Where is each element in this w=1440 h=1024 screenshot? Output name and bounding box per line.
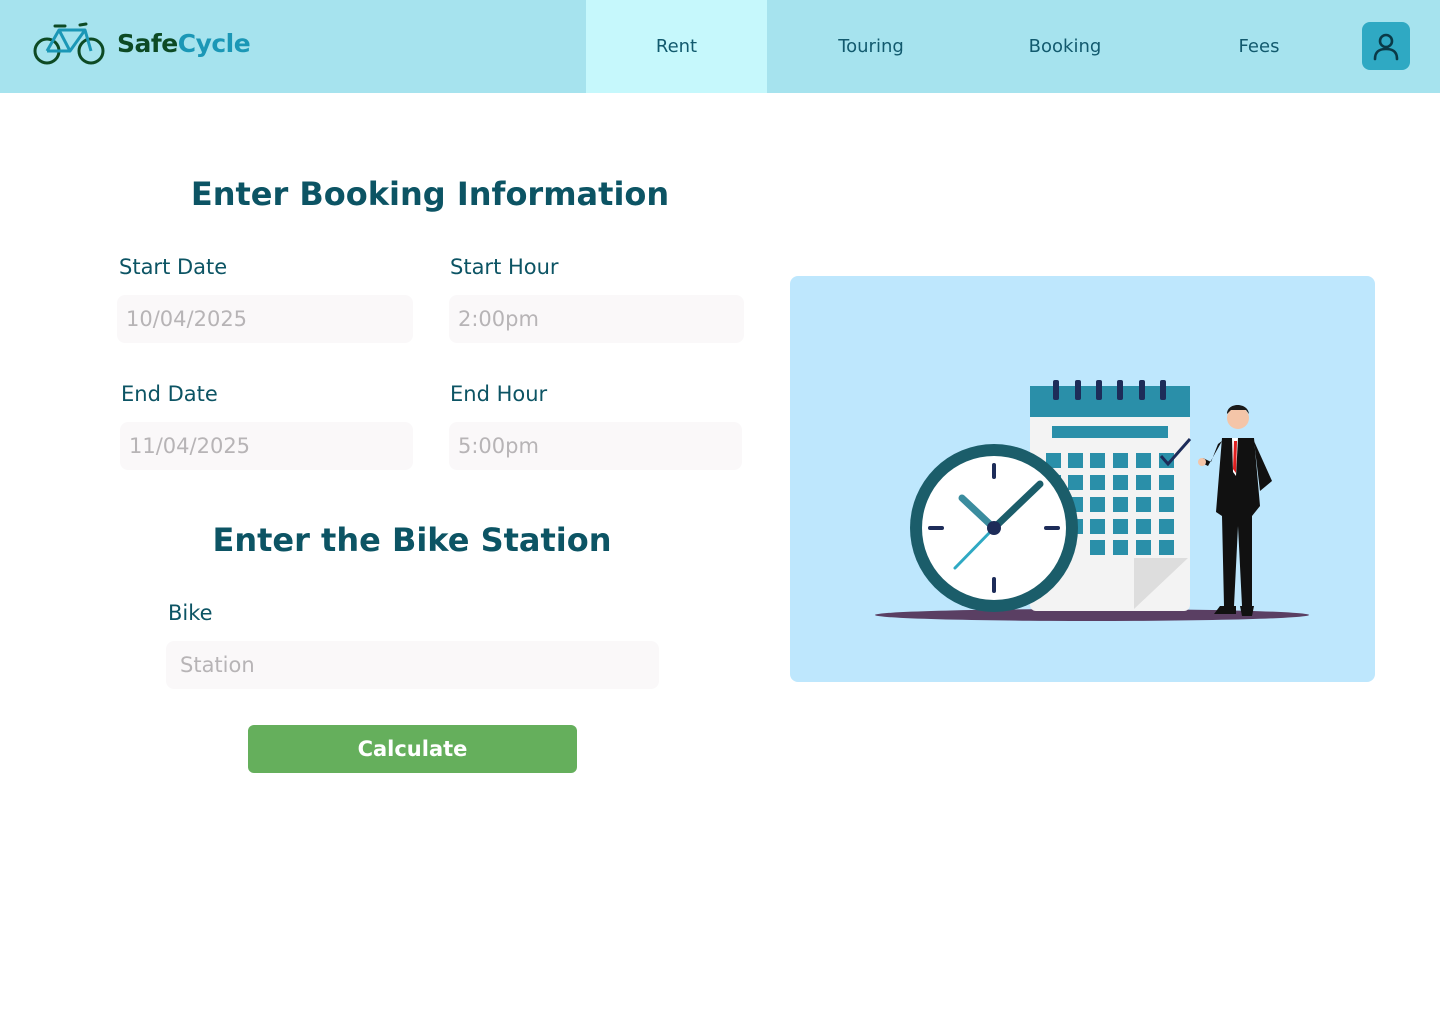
start-date-label: Start Date	[119, 255, 228, 279]
start-hour-input[interactable]	[449, 295, 744, 343]
brand-name: SafeCycle	[117, 28, 251, 58]
start-hour-label: Start Hour	[450, 255, 559, 279]
nav-item-booking[interactable]: Booking	[968, 0, 1162, 93]
booking-info-title: Enter Booking Information	[190, 175, 670, 213]
booking-illustration	[790, 276, 1375, 682]
nav-item-label: Fees	[1238, 36, 1280, 57]
businessman-figure	[1198, 405, 1272, 616]
nav-item-touring[interactable]: Touring	[774, 0, 968, 93]
brand-name-part2: Cycle	[177, 28, 251, 58]
bicycle-icon	[33, 22, 105, 65]
nav-item-label: Rent	[655, 36, 698, 57]
end-hour-label: End Hour	[450, 382, 548, 406]
station-input[interactable]	[166, 641, 659, 689]
nav-item-rent[interactable]: Rent	[586, 0, 767, 93]
brand-name-part1: Safe	[117, 28, 178, 58]
bike-station-title: Enter the Bike Station	[212, 521, 612, 559]
bike-label: Bike	[168, 601, 213, 625]
end-date-input[interactable]	[120, 422, 413, 470]
calculate-button[interactable]: Calculate	[248, 725, 577, 773]
brand-logo[interactable]: SafeCycle	[33, 22, 251, 68]
nav-item-label: Touring	[838, 36, 904, 57]
nav-item-label: Booking	[1028, 36, 1102, 57]
calendar-clock-businessman-illustration	[875, 380, 1309, 621]
clock-icon	[910, 444, 1078, 612]
nav-item-fees[interactable]: Fees	[1162, 0, 1356, 93]
end-hour-input[interactable]	[449, 422, 742, 470]
top-nav-bar: SafeCycle Rent Touring Booking Fees	[0, 0, 1440, 93]
start-date-input[interactable]	[117, 295, 413, 343]
end-date-label: End Date	[121, 382, 218, 406]
user-profile-button[interactable]	[1362, 22, 1410, 70]
user-icon	[1373, 33, 1399, 61]
